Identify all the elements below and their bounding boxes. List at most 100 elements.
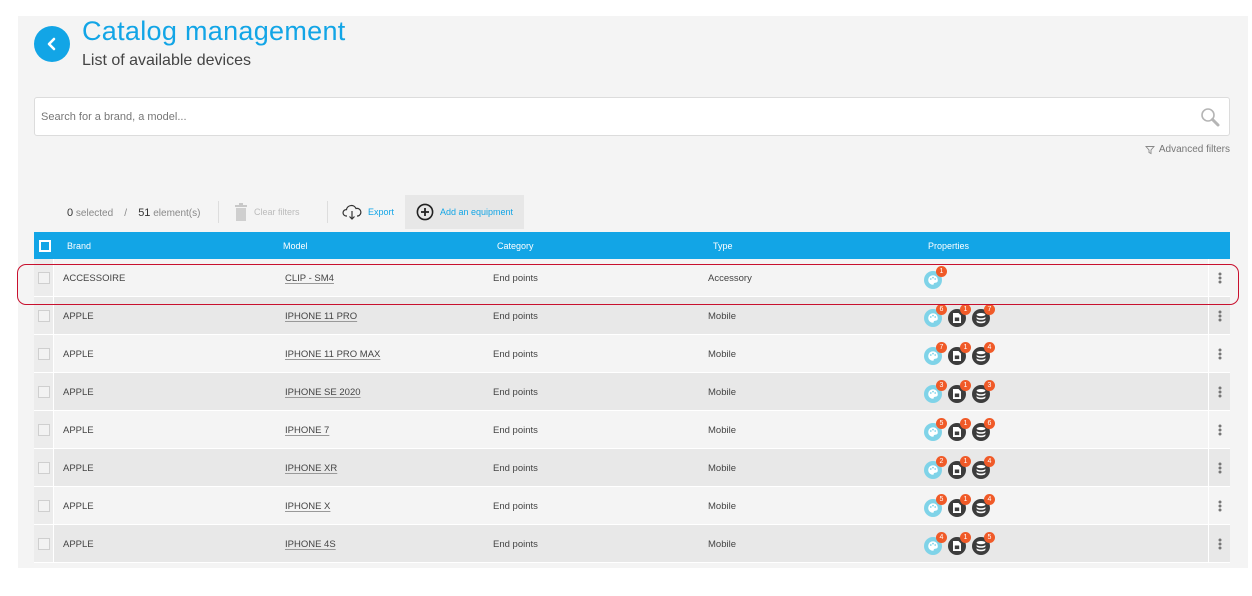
- column-header-model[interactable]: Model: [283, 241, 308, 251]
- select-all-checkbox[interactable]: [39, 240, 51, 252]
- cell-properties: 5 1 6: [924, 418, 995, 443]
- back-button[interactable]: [34, 26, 70, 62]
- count-badge: 4: [936, 532, 947, 543]
- kebab-menu-icon: [1218, 348, 1221, 360]
- kebab-menu-icon: [1218, 386, 1221, 398]
- page-title: Catalog management: [82, 16, 346, 46]
- count-badge: 4: [984, 342, 995, 353]
- cell-model-link[interactable]: IPHONE 11 PRO: [285, 311, 357, 322]
- storage-icon[interactable]: 5: [972, 532, 995, 555]
- count-badge: 1: [960, 418, 971, 429]
- table-row[interactable]: APPLE IPHONE 4S End points Mobile 4 1 5: [34, 525, 1230, 563]
- clear-filters-button[interactable]: Clear filters: [234, 195, 300, 229]
- table-row[interactable]: APPLE IPHONE 11 PRO End points Mobile 6 1…: [34, 297, 1230, 335]
- selected-label: selected: [75, 208, 114, 219]
- table-row[interactable]: APPLE IPHONE X End points Mobile 5 1 4: [34, 487, 1230, 525]
- advanced-filters-label: Advanced filters: [1158, 144, 1230, 155]
- cell-category: End points: [493, 387, 538, 398]
- cell-model-link[interactable]: IPHONE 4S: [285, 539, 336, 550]
- cell-model-link[interactable]: IPHONE XR: [285, 463, 337, 474]
- row-checkbox[interactable]: [38, 348, 50, 360]
- table-row[interactable]: ACCESSOIRE CLIP - SM4 End points Accesso…: [34, 259, 1230, 297]
- storage-icon[interactable]: 4: [972, 456, 995, 479]
- cell-category: End points: [493, 273, 538, 284]
- row-menu-button[interactable]: [1208, 259, 1230, 296]
- search-input[interactable]: [41, 98, 1181, 135]
- cell-type: Mobile: [708, 463, 736, 474]
- selection-counter: 0 selected / 51 element(s): [67, 207, 200, 219]
- row-menu-button[interactable]: [1208, 335, 1230, 372]
- row-checkbox[interactable]: [38, 500, 50, 512]
- palette-icon[interactable]: 5: [924, 494, 947, 517]
- row-checkbox[interactable]: [38, 386, 50, 398]
- palette-icon[interactable]: 5: [924, 418, 947, 441]
- sim-card-icon[interactable]: 1: [948, 532, 971, 555]
- palette-icon[interactable]: 7: [924, 342, 947, 365]
- palette-icon[interactable]: 1: [924, 266, 947, 289]
- cell-type: Mobile: [708, 539, 736, 550]
- cell-brand: APPLE: [63, 539, 94, 550]
- count-badge: 1: [960, 380, 971, 391]
- selected-count: 0: [67, 207, 74, 219]
- add-equipment-button[interactable]: Add an equipment: [405, 195, 525, 229]
- storage-icon[interactable]: 4: [972, 494, 995, 517]
- row-menu-button[interactable]: [1208, 373, 1230, 410]
- palette-icon[interactable]: 3: [924, 380, 947, 403]
- row-checkbox-cell: [34, 449, 54, 486]
- sim-card-icon[interactable]: 1: [948, 342, 971, 365]
- sim-card-icon[interactable]: 1: [948, 380, 971, 403]
- kebab-menu-icon: [1218, 500, 1221, 512]
- storage-icon[interactable]: 3: [972, 380, 995, 403]
- row-menu-button[interactable]: [1208, 449, 1230, 486]
- palette-icon[interactable]: 6: [924, 304, 947, 327]
- sim-card-icon[interactable]: 1: [948, 494, 971, 517]
- count-badge: 2: [936, 456, 947, 467]
- export-button[interactable]: Export: [342, 195, 394, 229]
- column-header-brand[interactable]: Brand: [67, 241, 91, 251]
- row-checkbox[interactable]: [38, 310, 50, 322]
- cell-category: End points: [493, 463, 538, 474]
- storage-icon[interactable]: 7: [972, 304, 995, 327]
- sim-card-icon[interactable]: 1: [948, 418, 971, 441]
- row-menu-button[interactable]: [1208, 297, 1230, 334]
- cell-properties: 5 1 4: [924, 494, 995, 519]
- sim-card-icon[interactable]: 1: [948, 304, 971, 327]
- row-menu-button[interactable]: [1208, 411, 1230, 448]
- palette-icon[interactable]: 4: [924, 532, 947, 555]
- cell-model-link[interactable]: IPHONE 7: [285, 425, 329, 436]
- table-row[interactable]: APPLE IPHONE 7 End points Mobile 5 1 6: [34, 411, 1230, 449]
- storage-icon[interactable]: 6: [972, 418, 995, 441]
- row-checkbox[interactable]: [38, 424, 50, 436]
- cell-properties: 1: [924, 266, 947, 291]
- table-row[interactable]: APPLE IPHONE SE 2020 End points Mobile 3…: [34, 373, 1230, 411]
- row-checkbox[interactable]: [38, 462, 50, 474]
- cell-model-link[interactable]: IPHONE SE 2020: [285, 387, 361, 398]
- storage-icon[interactable]: 4: [972, 342, 995, 365]
- sim-card-icon[interactable]: 1: [948, 456, 971, 479]
- table-body: ACCESSOIRE CLIP - SM4 End points Accesso…: [34, 259, 1230, 563]
- cell-properties: 2 1 4: [924, 456, 995, 481]
- palette-icon[interactable]: 2: [924, 456, 947, 479]
- cell-category: End points: [493, 501, 538, 512]
- cell-type: Accessory: [708, 273, 752, 284]
- cell-model-link[interactable]: IPHONE X: [285, 501, 330, 512]
- advanced-filters-link[interactable]: Advanced filters: [1144, 144, 1230, 155]
- cell-model-link[interactable]: IPHONE 11 PRO MAX: [285, 349, 380, 360]
- cell-type: Mobile: [708, 311, 736, 322]
- search-icon[interactable]: [1199, 106, 1221, 128]
- column-header-category[interactable]: Category: [497, 241, 534, 251]
- row-menu-button[interactable]: [1208, 487, 1230, 524]
- table-row[interactable]: APPLE IPHONE XR End points Mobile 2 1 4: [34, 449, 1230, 487]
- cell-category: End points: [493, 349, 538, 360]
- count-badge: 5: [984, 532, 995, 543]
- row-menu-button[interactable]: [1208, 525, 1230, 562]
- row-checkbox[interactable]: [38, 538, 50, 550]
- column-header-type[interactable]: Type: [713, 241, 733, 251]
- search-bar: [34, 97, 1230, 136]
- cell-type: Mobile: [708, 501, 736, 512]
- row-checkbox-cell: [34, 487, 54, 524]
- cell-model-link[interactable]: CLIP - SM4: [285, 273, 334, 284]
- kebab-menu-icon: [1218, 538, 1221, 550]
- row-checkbox[interactable]: [38, 272, 50, 284]
- table-row[interactable]: APPLE IPHONE 11 PRO MAX End points Mobil…: [34, 335, 1230, 373]
